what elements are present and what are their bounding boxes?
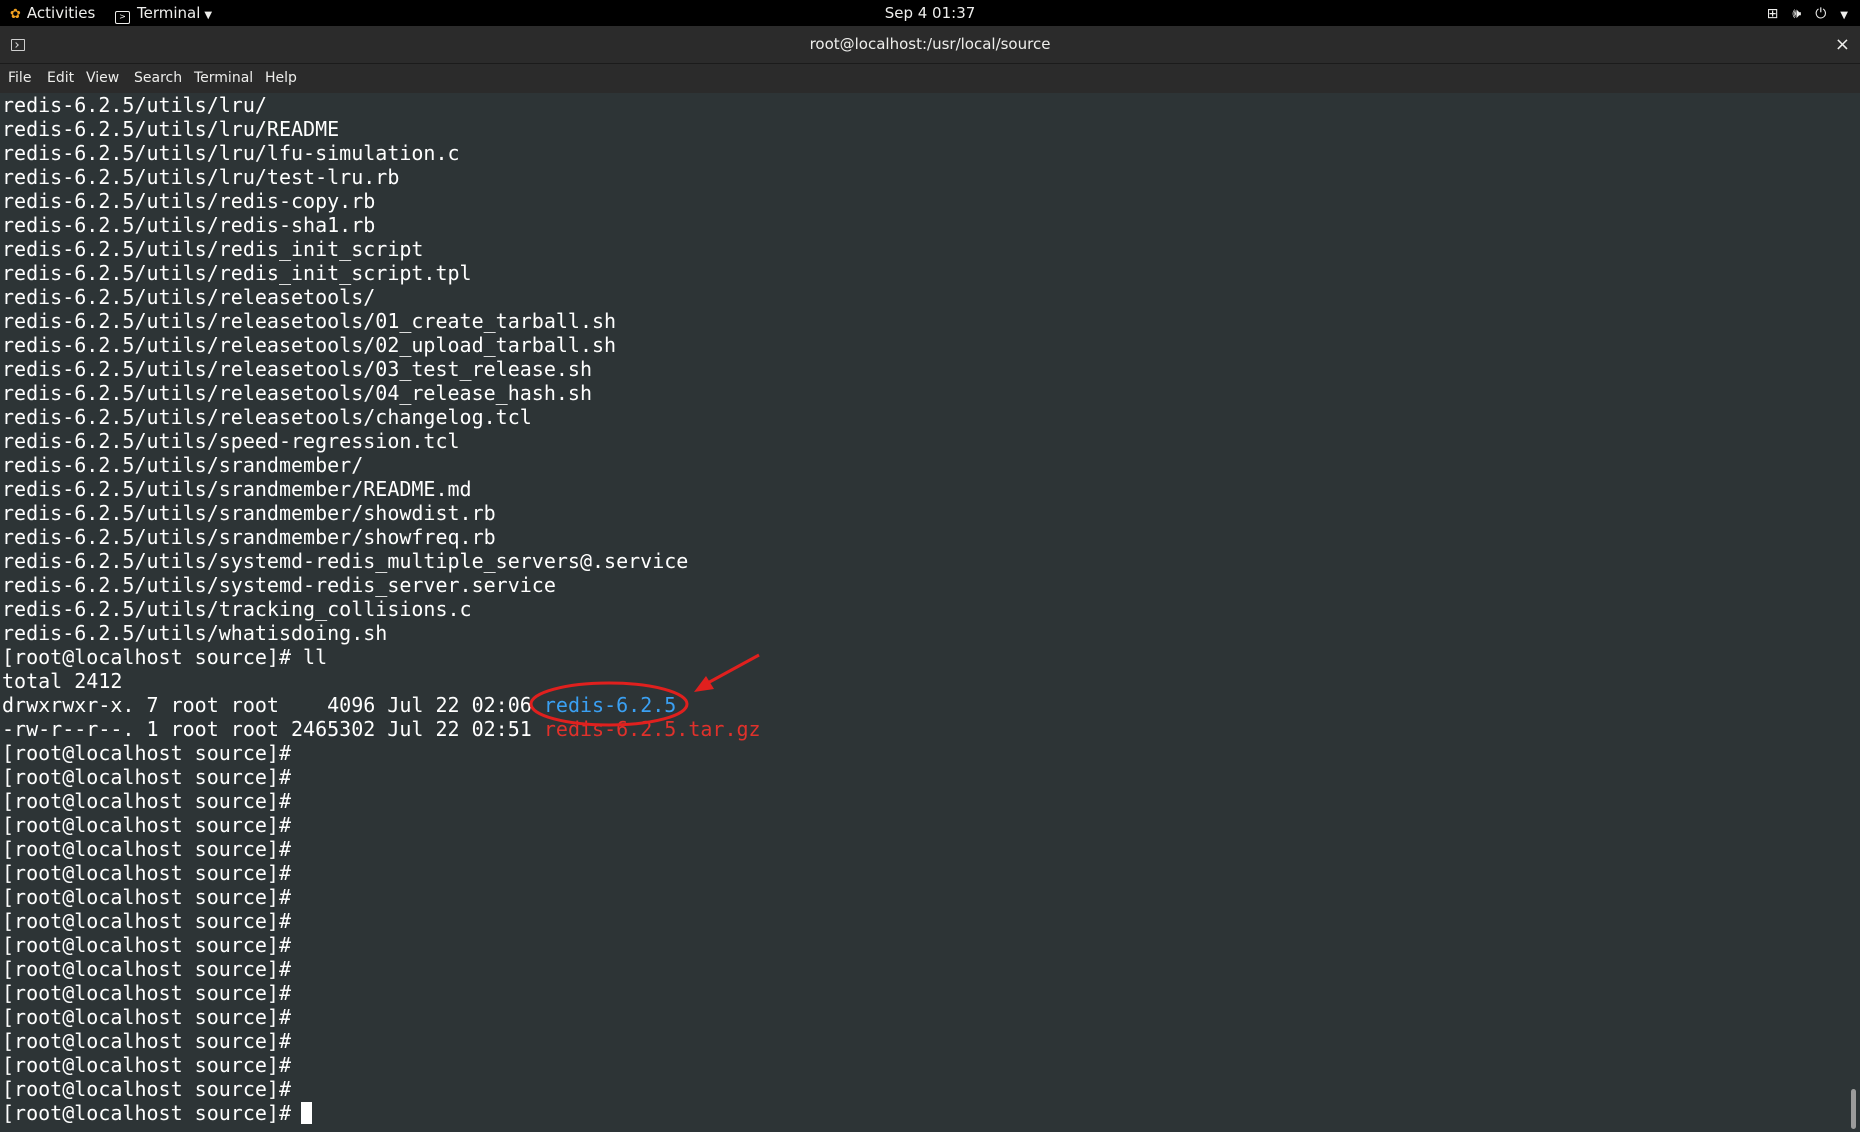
terminal-line: redis-6.2.5/utils/srandmember/showfreq.r… — [2, 525, 496, 549]
menu-terminal[interactable]: Terminal — [194, 64, 253, 93]
prompt: [root@localhost source]# — [2, 957, 291, 981]
prompt: [root@localhost source]# — [2, 981, 291, 1005]
prompt: [root@localhost source]# — [2, 1077, 291, 1101]
prompt-line: [root@localhost source]# — [2, 885, 761, 909]
activities-button[interactable]: ✿ Activities — [10, 0, 95, 26]
top-bar: ✿ Activities > Terminal ▼ Sep 4 01:37 ⊞ 🕪 ⏻ ▼ — [0, 0, 1860, 26]
close-button[interactable]: × — [1835, 26, 1850, 63]
menu-help[interactable]: Help — [265, 64, 297, 93]
prompt: [root@localhost source]# — [2, 1029, 291, 1053]
window-title: root@localhost:/usr/local/source — [809, 35, 1051, 53]
gnome-foot-icon: ✿ — [10, 7, 21, 22]
terminal-icon: > — [115, 11, 130, 24]
terminal-line: redis-6.2.5/utils/srandmember/showdist.r… — [2, 501, 496, 525]
prompt-line: [root@localhost source]# — [2, 981, 761, 1005]
prompt: [root@localhost source]# — [2, 765, 291, 789]
listing-meta: drwxrwxr-x. 7 root root 4096 Jul 22 02:0… — [2, 693, 544, 717]
prompt-line: [root@localhost source]# — [2, 813, 761, 837]
terminal-line: redis-6.2.5/utils/lru/README — [2, 117, 340, 141]
menu-search[interactable]: Search — [134, 64, 182, 93]
prompt: [root@localhost source]# — [2, 1005, 291, 1029]
prompt-line: [root@localhost source]# — [2, 837, 761, 861]
terminal-line: redis-6.2.5/utils/srandmember/README.md — [2, 477, 472, 501]
terminal-line: redis-6.2.5/utils/systemd-redis_multiple… — [2, 549, 689, 573]
prompt: [root@localhost source]# — [2, 813, 291, 837]
prompt: [root@localhost source]# — [2, 741, 291, 765]
listing-row: drwxrwxr-x. 7 root root 4096 Jul 22 02:0… — [2, 693, 761, 717]
terminal-line: redis-6.2.5/utils/releasetools/03_test_r… — [2, 357, 593, 381]
prompt-line: [root@localhost source]# — [2, 861, 761, 885]
prompt: [root@localhost source]# — [2, 1101, 291, 1125]
terminal-line: redis-6.2.5/utils/redis-copy.rb — [2, 189, 376, 213]
clock-label[interactable]: Sep 4 01:37 — [885, 4, 976, 22]
listing-row: -rw-r--r--. 1 root root 2465302 Jul 22 0… — [2, 717, 761, 741]
prompt: [root@localhost source]# — [2, 933, 291, 957]
terminal-line: redis-6.2.5/utils/redis_init_script — [2, 237, 424, 261]
prompt-line: [root@localhost source]# — [2, 1077, 761, 1101]
prompt-line: [root@localhost source]# — [2, 1053, 761, 1077]
chevron-down-icon[interactable]: ▼ — [1840, 10, 1848, 21]
prompt-line: [root@localhost source]# — [2, 1101, 761, 1125]
power-icon[interactable]: ⏻ — [1815, 6, 1826, 22]
app-menu-label: Terminal — [137, 4, 201, 22]
terminal-line: redis-6.2.5/utils/lru/lfu-simulation.c — [2, 141, 460, 165]
clock: Sep 4 01:37 — [0, 0, 1860, 26]
system-tray[interactable]: ⊞ 🕪 ⏻ ▼ — [1753, 0, 1848, 26]
prompt: [root@localhost source]# — [2, 837, 291, 861]
terminal-line: redis-6.2.5/utils/releasetools/01_create… — [2, 309, 617, 333]
terminal-line: redis-6.2.5/utils/whatisdoing.sh — [2, 621, 388, 645]
directory-name: redis-6.2.5 — [543, 693, 677, 717]
prompt-line: [root@localhost source]# — [2, 1005, 761, 1029]
prompt-line: [root@localhost source]# — [2, 957, 761, 981]
scrollbar-thumb[interactable] — [1851, 1089, 1856, 1129]
prompt-line: [root@localhost source]# — [2, 933, 761, 957]
menu-edit[interactable]: Edit — [47, 64, 74, 93]
terminal-line: total 2412 — [2, 669, 123, 693]
prompt-line: [root@localhost source]# — [2, 909, 761, 933]
caret-down-icon: ▼ — [204, 10, 213, 21]
network-icon[interactable]: ⊞ — [1767, 6, 1779, 22]
terminal-line: redis-6.2.5/utils/lru/ — [2, 93, 267, 117]
window-titlebar[interactable]: root@localhost:/usr/local/source × — [0, 26, 1860, 64]
terminal-line: redis-6.2.5/utils/speed-regression.tcl — [2, 429, 460, 453]
terminal-line: redis-6.2.5/utils/systemd-redis_server.s… — [2, 573, 556, 597]
prompt-line: [root@localhost source]# — [2, 789, 761, 813]
terminal-lines: redis-6.2.5/utils/lru/redis-6.2.5/utils/… — [2, 93, 761, 1125]
terminal-line: redis-6.2.5/utils/tracking_collisions.c — [2, 597, 472, 621]
prompt: [root@localhost source]# — [2, 1053, 291, 1077]
terminal-line: redis-6.2.5/utils/releasetools/02_upload… — [2, 333, 617, 357]
menu-file[interactable]: File — [8, 64, 31, 93]
terminal-line: redis-6.2.5/utils/releasetools/ — [2, 285, 376, 309]
terminal-line: redis-6.2.5/utils/lru/test-lru.rb — [2, 165, 400, 189]
activities-label: Activities — [26, 4, 96, 22]
prompt-line: [root@localhost source]# — [2, 1029, 761, 1053]
prompt-line: [root@localhost source]# — [2, 765, 761, 789]
terminal-line: redis-6.2.5/utils/releasetools/04_releas… — [2, 381, 593, 405]
prompt-line: [root@localhost source]# — [2, 741, 761, 765]
volume-icon[interactable]: 🕪 — [1792, 6, 1801, 22]
prompt: [root@localhost source]# — [2, 909, 291, 933]
terminal-output[interactable]: redis-6.2.5/utils/lru/redis-6.2.5/utils/… — [0, 93, 1840, 1132]
terminal-line: [root@localhost source]# ll — [2, 645, 328, 669]
terminal-line: redis-6.2.5/utils/srandmember/ — [2, 453, 364, 477]
prompt: [root@localhost source]# — [2, 885, 291, 909]
scrollbar[interactable] — [1844, 93, 1858, 1132]
terminal-line: redis-6.2.5/utils/releasetools/changelog… — [2, 405, 532, 429]
prompt: [root@localhost source]# — [2, 789, 291, 813]
menu-bar: File Edit View Search Terminal Help — [0, 64, 1860, 93]
prompt: [root@localhost source]# — [2, 861, 291, 885]
terminal-line: redis-6.2.5/utils/redis-sha1.rb — [2, 213, 376, 237]
text-cursor — [300, 1102, 312, 1124]
terminal-line: redis-6.2.5/utils/redis_init_script.tpl — [2, 261, 472, 285]
app-menu-button[interactable]: > Terminal ▼ — [115, 0, 212, 26]
menu-view[interactable]: View — [86, 64, 119, 93]
listing-meta: -rw-r--r--. 1 root root 2465302 Jul 22 0… — [2, 717, 544, 741]
archive-name: redis-6.2.5.tar.gz — [543, 717, 761, 741]
